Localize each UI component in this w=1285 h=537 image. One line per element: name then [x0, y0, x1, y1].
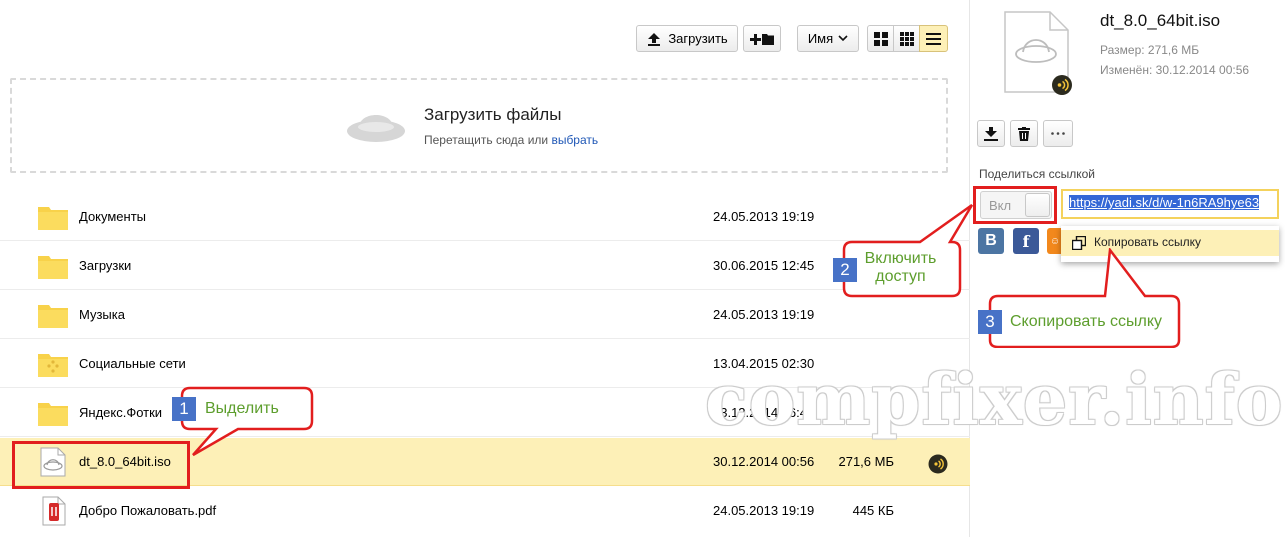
more-actions-button[interactable] — [1043, 120, 1073, 147]
file-name: Загрузки — [79, 258, 132, 273]
odnoklassniki-icon: ☺ — [1049, 235, 1061, 247]
download-icon — [984, 126, 998, 141]
dropzone-title: Загрузить файлы — [424, 105, 562, 124]
share-link-heading: Поделиться ссылкой — [979, 167, 1095, 181]
file-date: 24.05.2013 19:19 — [713, 503, 815, 518]
yandex-disk-saucer-icon — [347, 115, 405, 142]
dropzone-subtitle-text: Перетащить сюда или — [424, 133, 552, 147]
file-row-music[interactable]: Музыка 24.05.2013 19:19 — [0, 291, 970, 339]
file-name: Добро Пожаловать.pdf — [79, 503, 217, 518]
view-list-button[interactable] — [919, 25, 948, 52]
pdf-file-icon — [42, 496, 66, 526]
sidebar-file-size: Размер: 271,6 МБ — [1100, 43, 1200, 57]
view-large-icons-button[interactable] — [867, 25, 894, 52]
watermark: compfixer.info — [705, 358, 1284, 441]
file-size: 271,6 МБ — [838, 454, 894, 469]
callout-3-bubble — [988, 248, 1181, 348]
ellipsis-icon — [1051, 132, 1065, 135]
callout-1-bubble — [180, 386, 314, 457]
social-folder-icon — [38, 354, 68, 377]
step-2-text-line2: доступ — [875, 268, 926, 285]
grid-large-icon — [873, 31, 888, 46]
file-date: 30.12.2014 00:56 — [713, 454, 815, 469]
delete-button[interactable] — [1010, 120, 1038, 147]
upload-dropzone[interactable]: Загрузить файлы Перетащить сюда или выбр… — [10, 78, 948, 173]
folder-icon — [38, 207, 68, 230]
copy-link-label: Копировать ссылку — [1094, 235, 1201, 249]
folder-icon — [38, 256, 68, 279]
view-small-icons-button[interactable] — [893, 25, 920, 52]
file-size: 445 КБ — [852, 503, 894, 518]
share-link-url[interactable]: https://yadi.sk/d/w-1n6RA9hye63 — [1069, 195, 1260, 210]
file-row-welcome-pdf[interactable]: Добро Пожаловать.pdf 24.05.2013 19:19 44… — [0, 487, 970, 535]
step-2-badge: 2 — [833, 258, 857, 282]
highlight-selected-file — [12, 441, 190, 489]
chevron-down-icon — [838, 35, 848, 42]
file-name: Социальные сети — [79, 356, 186, 371]
download-button[interactable] — [977, 120, 1005, 147]
file-row-documents[interactable]: Документы 24.05.2013 19:19 — [0, 193, 970, 241]
iso-file-preview-icon — [1004, 11, 1072, 95]
shared-link-icon[interactable] — [928, 454, 948, 474]
new-folder-button[interactable] — [743, 25, 781, 52]
file-row-downloads[interactable]: Загрузки 30.06.2015 12:45 — [0, 242, 970, 290]
sort-label: Имя — [807, 31, 834, 46]
list-icon — [926, 32, 941, 45]
sidebar-file-modified: Изменён: 30.12.2014 00:56 — [1100, 63, 1250, 77]
folder-icon — [38, 305, 68, 328]
sort-dropdown[interactable]: Имя — [797, 25, 859, 52]
file-name: Яндекс.Фотки — [79, 405, 163, 420]
upload-button[interactable]: Загрузить — [636, 25, 738, 52]
step-3-text: Скопировать ссылку — [1010, 313, 1163, 330]
upload-icon — [648, 32, 661, 46]
share-link-field[interactable]: https://yadi.sk/d/w-1n6RA9hye63 — [1061, 189, 1279, 219]
file-name: Документы — [79, 209, 147, 224]
highlight-share-toggle — [973, 186, 1057, 224]
dropzone-subtitle: Перетащить сюда или выбрать — [424, 133, 598, 147]
step-2-text-line1: Включить — [864, 250, 937, 267]
file-date: 24.05.2013 19:19 — [713, 209, 815, 224]
step-1-text: Выделить — [205, 400, 279, 417]
step-1-badge: 1 — [172, 397, 196, 421]
add-folder-icon — [750, 33, 774, 45]
choose-files-link[interactable]: выбрать — [551, 133, 598, 147]
folder-icon — [38, 403, 68, 426]
upload-button-label: Загрузить — [668, 31, 728, 46]
grid-small-icon — [899, 31, 914, 46]
trash-icon — [1018, 126, 1030, 141]
file-name: Музыка — [79, 307, 125, 322]
sidebar-file-name: dt_8.0_64bit.iso — [1100, 11, 1221, 30]
file-date: 24.05.2013 19:19 — [713, 307, 815, 322]
step-3-badge: 3 — [978, 310, 1002, 334]
file-date: 30.06.2015 12:45 — [713, 258, 815, 273]
